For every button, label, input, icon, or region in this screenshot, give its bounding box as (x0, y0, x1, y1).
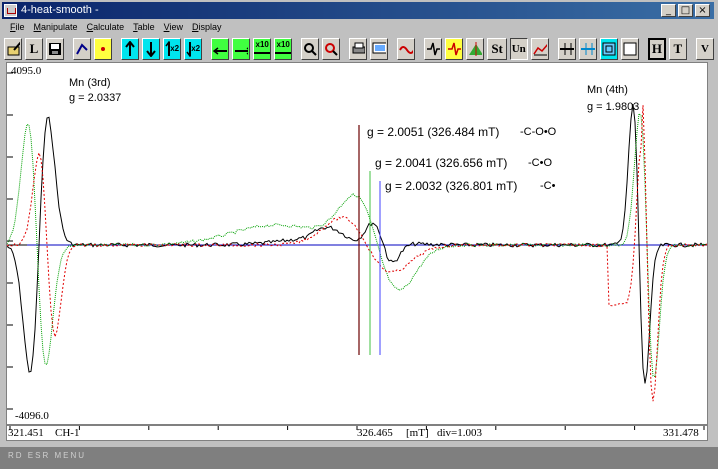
x-axis-bar: 321.451 CH-1 326.465 [mT] div=1.003 331.… (6, 425, 708, 441)
arrow-right-icon (235, 46, 249, 55)
scale-x2-down-button[interactable]: x2 (184, 37, 203, 60)
x-start-label: 321.451 (8, 427, 44, 439)
peak1-group: -C-O•O (520, 126, 557, 138)
st-button[interactable]: St (487, 37, 507, 60)
menu-display[interactable]: Display (192, 20, 222, 35)
menu-manipulate[interactable]: Manipulate (34, 20, 78, 35)
toolbar: L x2 x2 x10 x10 St Un H T V (4, 36, 714, 61)
unit-label: [mT] (406, 427, 429, 439)
scale-x2-up-button[interactable]: x2 (163, 37, 182, 60)
close-button[interactable]: × (695, 4, 710, 17)
save-icon[interactable] (46, 37, 64, 60)
grid-toggle-icon[interactable] (599, 37, 618, 60)
scale-up-icon[interactable] (121, 37, 140, 60)
compress-x10-button[interactable]: x10 (274, 37, 293, 60)
x10-label: x10 (276, 39, 290, 49)
marker-icon[interactable] (94, 37, 113, 60)
magnifier-red-icon (325, 42, 338, 56)
menu-bar: File Manipulate Calculate Table View Dis… (2, 20, 221, 35)
expand-x10-button[interactable]: x10 (253, 37, 272, 60)
integrate-icon[interactable] (466, 37, 485, 60)
open-file-icon[interactable] (4, 37, 22, 60)
arrow-up-icon (125, 40, 135, 56)
menu-table[interactable]: Table (133, 20, 155, 35)
peak1-label: g = 2.0051 (326.484 mT) (367, 125, 500, 139)
grid-icon (602, 42, 616, 55)
cursor-cross-icon[interactable] (557, 37, 576, 60)
zoom-icon[interactable] (301, 37, 320, 60)
x2-label: x2 (170, 44, 180, 53)
y-max-label: 4095.0 (11, 65, 42, 77)
mn3-g-label: g = 2.0337 (69, 92, 122, 104)
div-label: div=1.003 (437, 427, 483, 439)
square-icon (623, 42, 637, 55)
compress-arrows-icon (275, 51, 292, 54)
screen-icon[interactable] (370, 37, 389, 60)
cursor-cross-blue-icon[interactable] (578, 37, 597, 60)
star-icon (101, 46, 106, 51)
monitor-icon (372, 42, 387, 53)
esr-window: 4-heat-smooth - _ □ × File Manipulate Ca… (0, 0, 718, 469)
mn4-g-label: g = 1.9803 (587, 101, 640, 113)
shift-right-icon[interactable] (232, 37, 251, 60)
zoom-out-icon[interactable] (322, 37, 341, 60)
menu-file[interactable]: File (10, 20, 25, 35)
red-trace (7, 105, 707, 402)
mn4-label: Mn (4th) (587, 84, 628, 96)
menu-view[interactable]: View (164, 20, 183, 35)
t-button[interactable]: T (668, 37, 687, 60)
triangle-icon (469, 41, 483, 56)
app-icon[interactable] (4, 4, 17, 17)
maximize-button[interactable]: □ (678, 4, 693, 17)
peak2-label: g = 2.0041 (326.656 mT) (375, 156, 508, 170)
menu-calculate[interactable]: Calculate (87, 20, 125, 35)
peak-icon[interactable] (445, 37, 464, 60)
status-text: RD ESR MENU (8, 451, 87, 460)
floppy-icon (49, 42, 61, 55)
signal-icon (448, 42, 462, 55)
signal-icon (427, 42, 441, 55)
peak2-group: -C•O (528, 157, 553, 169)
y-min-label: -4096.0 (15, 410, 49, 422)
crosshair-blue-icon (580, 42, 595, 55)
peak3-group: -C• (540, 180, 556, 192)
arrow-left-icon (213, 46, 228, 55)
x10-label: x10 (255, 39, 269, 49)
derivative-icon[interactable] (424, 37, 443, 60)
expand-arrows-icon (254, 51, 271, 54)
channel-label: CH-1 (55, 427, 80, 439)
wave-icon (399, 45, 414, 54)
blank-icon[interactable] (620, 37, 639, 60)
x-end-label: 331.478 (663, 427, 699, 439)
arrow-icon (76, 42, 88, 54)
spectrum-canvas[interactable] (7, 63, 707, 424)
print-icon[interactable] (349, 37, 368, 60)
window-title: 4-heat-smooth - (21, 4, 99, 16)
cursor-icon[interactable] (73, 37, 92, 60)
magnifier-icon (304, 42, 317, 56)
folder-pencil-icon (7, 41, 20, 55)
l-button[interactable]: L (25, 37, 43, 60)
printer-icon (352, 42, 366, 53)
x2-label: x2 (191, 44, 201, 53)
h-button[interactable]: H (647, 37, 666, 60)
spectrum-plot[interactable]: 4095.0 -4096.0 Mn (3rd) g = 2.0337 Mn (4… (6, 62, 708, 425)
arrow-down-icon (146, 41, 156, 57)
shift-left-icon[interactable] (211, 37, 230, 60)
crosshair-icon (559, 42, 574, 55)
bar-chart-icon (533, 43, 547, 55)
mn3-label: Mn (3rd) (69, 77, 111, 89)
v-button[interactable]: V (695, 37, 714, 60)
minimize-button[interactable]: _ (661, 4, 676, 17)
chart-icon[interactable] (530, 37, 549, 60)
peak3-label: g = 2.0032 (326.801 mT) (385, 179, 518, 193)
title-bar[interactable]: 4-heat-smooth - _ □ × (2, 2, 714, 19)
scale-down-icon[interactable] (142, 37, 161, 60)
un-button[interactable]: Un (509, 37, 528, 60)
black-trace (7, 104, 707, 384)
smooth-icon[interactable] (397, 37, 416, 60)
status-bar: RD ESR MENU (0, 447, 718, 469)
x-center-label: 326.465 (357, 427, 393, 439)
